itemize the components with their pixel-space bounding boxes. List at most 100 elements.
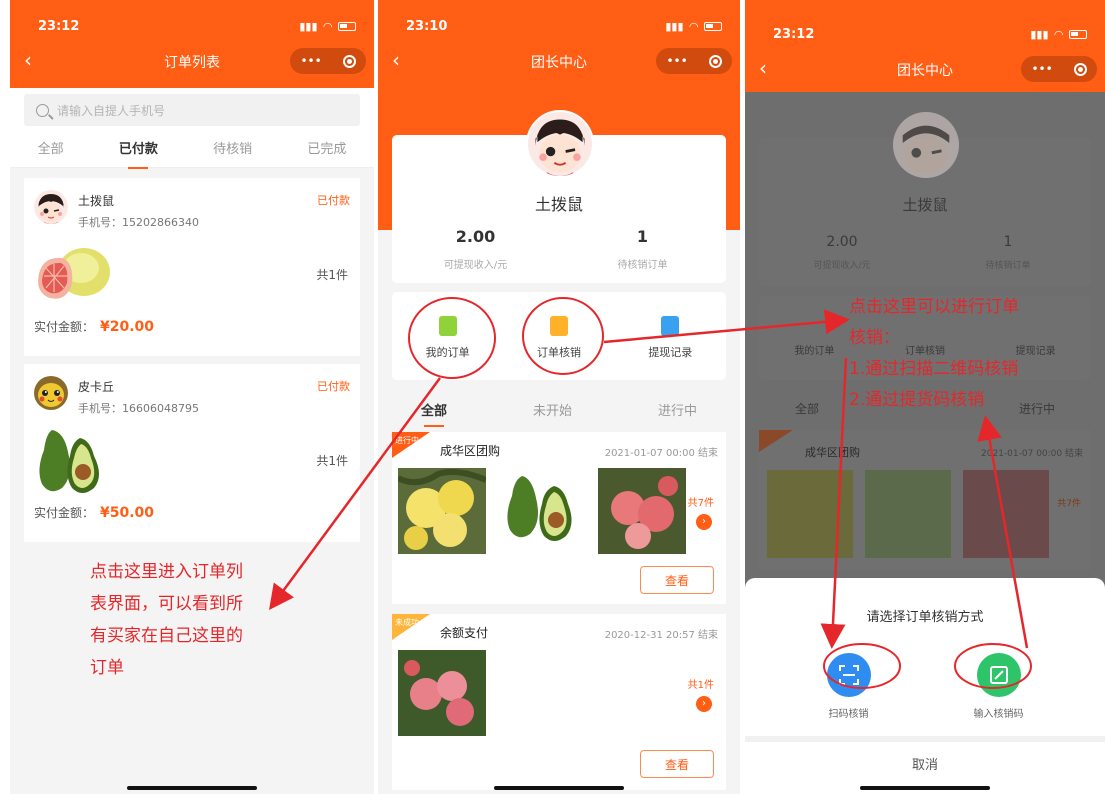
- annotation-line: 订单: [90, 658, 124, 678]
- order-status: 已付款: [317, 380, 350, 393]
- close-circle-icon[interactable]: [1073, 62, 1087, 76]
- apple-image: [963, 470, 1049, 558]
- dimmed-group-card: 成华区团购 2021-01-07 00:00 结束 共7件: [759, 430, 1091, 570]
- tab-all[interactable]: 全部: [421, 400, 447, 427]
- group-status-badge: 未成功: [392, 614, 430, 640]
- stat-label: 可提现收入/元: [813, 261, 871, 271]
- signal-icon: ▮▮▮: [1030, 27, 1049, 41]
- wifi-icon: ◠: [323, 19, 332, 33]
- buyer-phone: 手机号：15202866340: [78, 216, 199, 229]
- signal-icon: ▮▮▮: [299, 19, 318, 33]
- stat-label: 待核销订单: [617, 260, 668, 271]
- item-count: 共7件: [1057, 499, 1081, 509]
- user-name: 土拨鼠: [902, 196, 948, 214]
- edit-icon[interactable]: [976, 653, 1021, 697]
- nav-bar: ‹ 订单列表 •••: [10, 42, 374, 82]
- group-card[interactable]: 未成功 余额支付 2020-12-31 20:57 结束 共1件 › 查看: [392, 614, 726, 790]
- status-icons: ▮▮▮ ◠: [1030, 28, 1087, 41]
- view-button[interactable]: 查看: [640, 750, 714, 778]
- group-end-time: 2020-12-31 20:57 结束: [604, 630, 718, 641]
- home-indicator: [127, 786, 257, 790]
- stat-label: 待核销订单: [985, 261, 1031, 271]
- battery-icon: [1069, 29, 1087, 39]
- group-end-time: 2021-01-07 00:00 结束: [604, 448, 718, 459]
- view-button[interactable]: 查看: [640, 566, 714, 594]
- group-card[interactable]: 进行中 成华区团购 2021-01-07 00:00 结束 共7件 › 查看: [392, 432, 726, 604]
- input-code-option[interactable]: 输入核销码: [974, 653, 1024, 720]
- menu-order-verify[interactable]: 订单核销: [503, 292, 614, 380]
- buyer-name: 土拨鼠: [78, 194, 115, 208]
- page-title: 团长中心: [897, 63, 953, 79]
- arrow-right-icon[interactable]: ›: [696, 696, 712, 712]
- annotation-line: 表界面，可以看到所: [90, 594, 243, 614]
- apple-image: [398, 650, 486, 736]
- status-icons: ▮▮▮ ◠: [665, 20, 722, 33]
- item-count: 共1件: [316, 268, 348, 282]
- stat-value: 2.00: [826, 234, 858, 250]
- back-icon[interactable]: ‹: [759, 58, 767, 78]
- stat-label: 可提现收入/元: [443, 260, 508, 271]
- user-name: 土拨鼠: [534, 195, 583, 214]
- menu-label: 订单核销: [536, 346, 581, 359]
- tab-in-progress: 进行中: [1018, 402, 1055, 416]
- item-count: 共1件: [316, 454, 348, 468]
- leader-center-screen: 23:10 ▮▮▮ ◠ ‹ 团长中心 ••• 土拨鼠 2.00 可提现收入/元 1…: [378, 0, 740, 794]
- miniprogram-capsule[interactable]: •••: [290, 48, 366, 74]
- arrow-right-icon[interactable]: ›: [696, 514, 712, 530]
- close-circle-icon[interactable]: [708, 54, 722, 68]
- tab-to-verify[interactable]: 待核销: [213, 138, 252, 157]
- status-time: 23:10: [406, 18, 448, 34]
- item-count: 共1件: [687, 680, 714, 691]
- more-icon[interactable]: •••: [300, 54, 321, 68]
- tab-not-started[interactable]: 未开始: [533, 400, 572, 419]
- order-status: 已付款: [317, 194, 350, 207]
- total-amount: ¥50.00: [100, 505, 155, 521]
- more-icon[interactable]: •••: [666, 54, 687, 68]
- annotation-line: 核销：: [849, 328, 900, 348]
- back-icon[interactable]: ‹: [24, 50, 32, 70]
- order-card[interactable]: 土拨鼠 手机号：15202866340 已付款 共1件 实付金额： ¥20.00: [24, 178, 360, 356]
- battery-icon: [704, 21, 722, 31]
- stat-withdrawable: 2.00 可提现收入/元: [392, 227, 559, 271]
- verify-method-screen: 23:12 ▮▮▮ ◠ ‹ 团长中心 ••• 土拨鼠 2.00 可提现收入/元 1 待…: [745, 0, 1105, 794]
- tab-paid[interactable]: 已付款: [119, 138, 158, 169]
- withdraw-record-icon: [661, 316, 680, 336]
- avatar: [34, 376, 68, 410]
- search-input[interactable]: 请输入自提人手机号: [24, 94, 360, 126]
- stat-value: 1: [1003, 234, 1013, 250]
- home-indicator: [860, 786, 990, 790]
- tab-all[interactable]: 全部: [38, 138, 64, 157]
- order-list-icon: [438, 316, 457, 336]
- menu-withdraw-record[interactable]: 提现记录: [615, 292, 726, 380]
- back-icon[interactable]: ‹: [392, 50, 400, 70]
- order-list-screen: 23:12 ▮▮▮ ◠ ‹ 订单列表 ••• 请输入自提人手机号 全部 已付款 待…: [10, 0, 374, 794]
- total-label: 实付金额：: [34, 320, 95, 334]
- order-tabs: 全部 已付款 待核销 已完成: [10, 128, 374, 169]
- status-bar: 23:12 ▮▮▮ ◠: [10, 10, 374, 42]
- more-icon[interactable]: •••: [1031, 62, 1052, 76]
- option-label: 扫码核销: [828, 709, 869, 720]
- miniprogram-capsule[interactable]: •••: [656, 48, 732, 74]
- stat-value: 2.00: [455, 227, 496, 246]
- scan-icon[interactable]: [826, 653, 871, 697]
- grapefruit-image: [398, 468, 486, 554]
- scan-verify-option[interactable]: 扫码核销: [826, 653, 871, 720]
- menu-my-orders[interactable]: 我的订单: [392, 292, 503, 380]
- status-bar: 23:12 ▮▮▮ ◠: [745, 18, 1105, 50]
- order-card[interactable]: 皮卡丘 手机号：16606048795 已付款 共1件 实付金额： ¥50.00: [24, 364, 360, 542]
- avatar: [34, 190, 68, 224]
- status-bar: 23:10 ▮▮▮ ◠: [378, 10, 740, 42]
- tab-in-progress[interactable]: 进行中: [658, 400, 697, 419]
- page-title: 团长中心: [531, 55, 587, 71]
- annotation-line: 点击这里进入订单列: [90, 562, 243, 582]
- close-circle-icon[interactable]: [342, 54, 356, 68]
- total-amount: ¥20.00: [100, 319, 155, 335]
- search-placeholder: 请输入自提人手机号: [57, 103, 166, 118]
- status-time: 23:12: [773, 26, 815, 42]
- miniprogram-capsule[interactable]: •••: [1021, 56, 1097, 82]
- wifi-icon: ◠: [689, 19, 698, 33]
- verify-icon: [549, 316, 568, 336]
- tab-completed[interactable]: 已完成: [307, 138, 346, 157]
- avocado-image: [865, 470, 951, 558]
- option-label: 输入核销码: [973, 709, 1024, 720]
